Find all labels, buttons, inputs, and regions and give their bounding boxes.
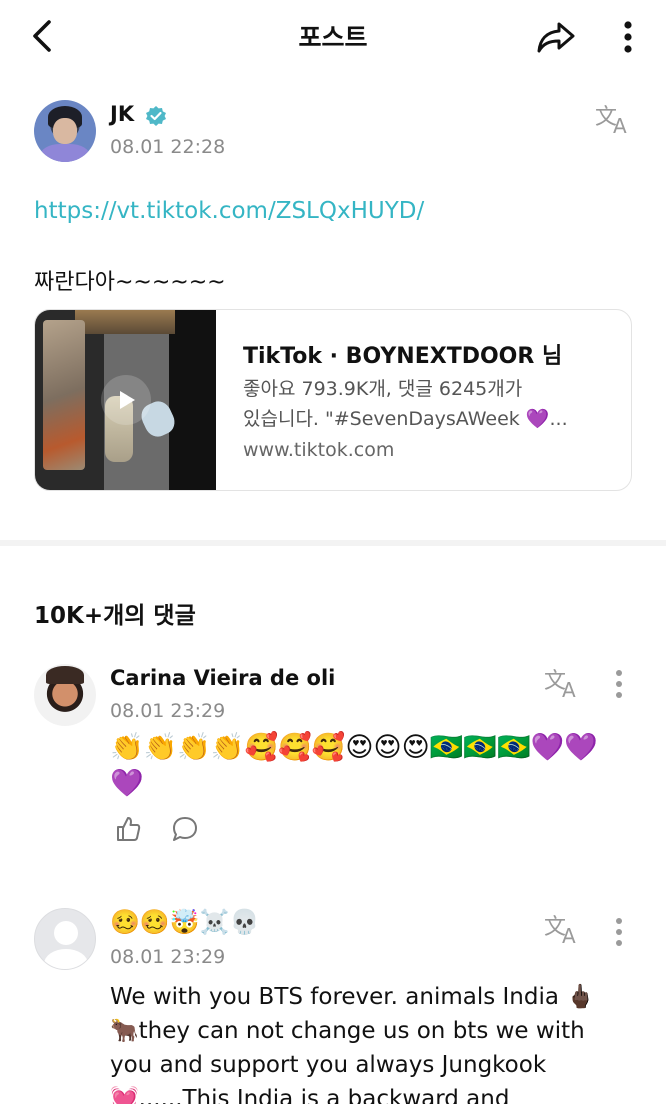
translate-button[interactable]: 文 A	[594, 102, 634, 138]
comment-body-line: 🐂they can not change us on bts we with	[110, 1018, 585, 1044]
more-vertical-icon	[616, 918, 622, 946]
play-icon	[101, 375, 151, 425]
verified-badge-icon	[146, 106, 166, 126]
more-vertical-icon	[624, 21, 632, 53]
translate-icon: 文 A	[544, 669, 576, 702]
author-avatar[interactable]	[34, 100, 96, 162]
comment-translate-button[interactable]: 文 A	[543, 912, 583, 948]
comment-timestamp: 08.01 23:29	[110, 946, 226, 968]
video-thumbnail	[35, 310, 216, 490]
comment-more-button[interactable]	[604, 912, 634, 952]
commenter-avatar[interactable]	[34, 664, 96, 726]
comment-body-line: 💓......This India is a backward and	[110, 1086, 510, 1104]
comment-body: 👏👏👏👏🥰🥰🥰😍😍😍🇧🇷🇧🇷🇧🇷💜💜💜	[110, 732, 598, 799]
comments-heading: 10K+개의 댓글	[34, 603, 196, 629]
like-button[interactable]	[110, 812, 144, 846]
post-body: 짜란다아~~~~~~	[34, 270, 226, 295]
comment-translate-button[interactable]: 文 A	[543, 666, 583, 702]
card-title: TikTok · BOYNEXTDOOR 님	[243, 344, 563, 369]
commenter-name[interactable]: Carina Vieira de oli	[110, 666, 335, 690]
link-preview-card[interactable]: TikTok · BOYNEXTDOOR 님 좋아요 793.9K개, 댓글 6…	[34, 309, 632, 491]
more-vertical-icon	[616, 670, 622, 698]
commenter-name[interactable]: 🥴🥴🤯☠️💀	[110, 908, 259, 936]
comment-body-line: you and support you always Jungkook	[110, 1052, 547, 1078]
translate-icon: 文 A	[544, 915, 576, 948]
translate-icon: 文 A	[595, 105, 627, 138]
svg-text:A: A	[562, 924, 576, 946]
more-options-button[interactable]	[612, 14, 644, 60]
top-bar: 포스트	[0, 0, 666, 72]
card-description: 좋아요 793.9K개, 댓글 6245개가 있습니다. "#SevenDays…	[243, 374, 613, 434]
share-icon	[537, 22, 575, 53]
comment-body-line: We with you BTS forever. animals India 🖕…	[110, 984, 595, 1010]
section-divider	[0, 540, 666, 546]
like-icon	[117, 817, 141, 841]
share-button[interactable]	[532, 14, 580, 60]
comment-bubble-icon	[173, 817, 197, 841]
post-link[interactable]: https://vt.tiktok.com/ZSLQxHUYD/	[34, 198, 424, 224]
card-domain: www.tiktok.com	[243, 439, 395, 461]
reply-button[interactable]	[168, 812, 202, 846]
comment-body: We with you BTS forever. animals India 🖕…	[110, 980, 630, 1104]
post-timestamp: 08.01 22:28	[110, 136, 226, 158]
comment-timestamp: 08.01 23:29	[110, 700, 226, 722]
author-name[interactable]: JK	[110, 102, 134, 126]
card-description-line: 좋아요 793.9K개, 댓글 6245개가	[243, 378, 523, 400]
comment-actions	[110, 812, 202, 846]
comment-more-button[interactable]	[604, 664, 634, 704]
commenter-avatar[interactable]	[34, 908, 96, 970]
svg-text:A: A	[613, 114, 627, 136]
card-description-line: 있습니다. "#SevenDaysAWeek 💜...	[243, 408, 568, 430]
svg-text:A: A	[562, 678, 576, 700]
